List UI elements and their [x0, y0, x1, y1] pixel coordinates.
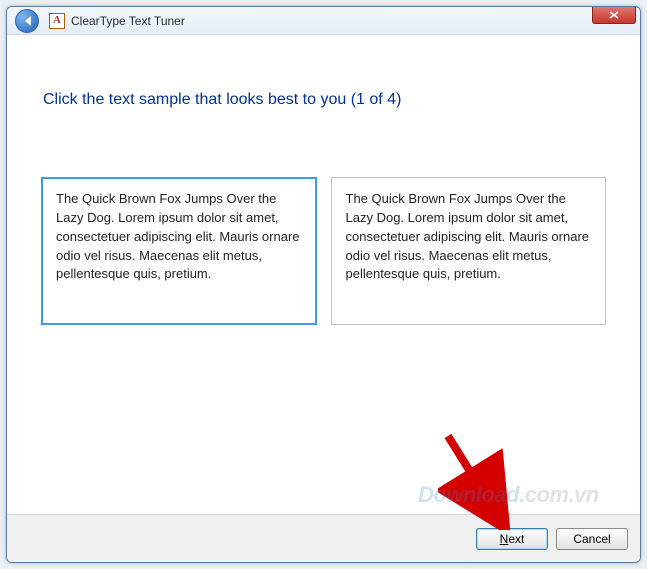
sample-text: The Quick Brown Fox Jumps Over the Lazy …	[56, 191, 300, 281]
cancel-button[interactable]: Cancel	[556, 528, 628, 550]
back-button[interactable]	[15, 9, 39, 33]
app-icon	[49, 13, 65, 29]
close-button[interactable]	[592, 6, 636, 24]
wizard-content: Click the text sample that looks best to…	[7, 35, 640, 514]
sample-container: The Quick Brown Fox Jumps Over the Lazy …	[35, 177, 612, 325]
text-sample-2[interactable]: The Quick Brown Fox Jumps Over the Lazy …	[331, 177, 607, 325]
close-icon	[609, 11, 619, 19]
wizard-window: ClearType Text Tuner Click the text samp…	[6, 6, 641, 563]
titlebar: ClearType Text Tuner	[7, 7, 640, 35]
window-title: ClearType Text Tuner	[71, 14, 185, 28]
sample-text: The Quick Brown Fox Jumps Over the Lazy …	[346, 191, 590, 281]
text-sample-1[interactable]: The Quick Brown Fox Jumps Over the Lazy …	[41, 177, 317, 325]
next-button[interactable]: Next	[476, 528, 548, 550]
wizard-footer: Next Cancel	[7, 514, 640, 562]
page-heading: Click the text sample that looks best to…	[43, 91, 612, 109]
